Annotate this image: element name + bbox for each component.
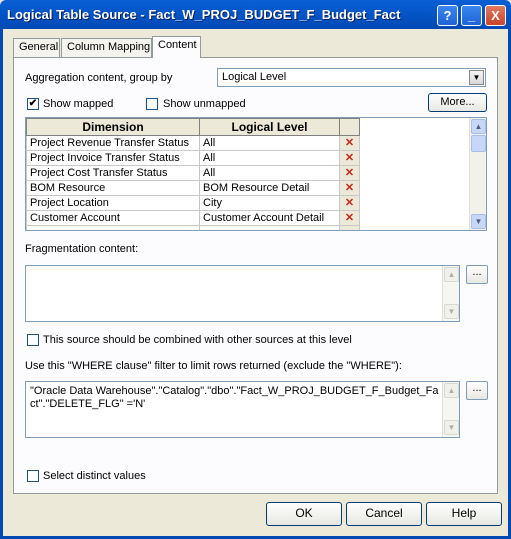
table-row[interactable]: BOM Resource BOM Resource Detail ✕ xyxy=(26,180,360,196)
show-unmapped-label: Show unmapped xyxy=(163,98,246,110)
tab-content[interactable]: Content xyxy=(152,36,201,58)
scroll-up-icon[interactable]: ▲ xyxy=(471,119,486,134)
where-clause-value: "Oracle Data Warehouse"."Catalog"."dbo".… xyxy=(30,385,439,410)
logical-level-cell[interactable]: All xyxy=(199,150,340,166)
where-ellipsis-button[interactable]: ... xyxy=(466,381,488,400)
ok-button[interactable]: OK xyxy=(266,502,342,526)
scroll-down-icon[interactable]: ▼ xyxy=(471,214,486,229)
dimension-cell[interactable]: BOM Resource xyxy=(26,180,200,196)
dimension-cell[interactable]: Project Cost Transfer Status xyxy=(26,165,200,181)
dimension-cell[interactable]: Project Invoice Transfer Status xyxy=(26,150,200,166)
combine-sources-checkbox[interactable] xyxy=(27,334,39,346)
help-title-button[interactable]: ? xyxy=(437,5,458,26)
show-unmapped-checkbox[interactable] xyxy=(146,98,158,110)
minimize-button[interactable]: _ xyxy=(461,5,482,26)
scroll-down-icon[interactable]: ▼ xyxy=(444,420,459,435)
table-row[interactable]: Project Location City ✕ xyxy=(26,195,360,211)
tab-column-mapping[interactable]: Column Mapping xyxy=(61,38,152,57)
grid-header-row: Dimension Logical Level xyxy=(26,118,360,136)
delete-icon[interactable]: ✕ xyxy=(339,135,360,151)
show-mapped-label: Show mapped xyxy=(43,98,114,110)
scroll-thumb[interactable] xyxy=(471,135,486,152)
dimension-cell[interactable] xyxy=(26,225,200,230)
delete-icon[interactable]: ✕ xyxy=(339,195,360,211)
delete-icon[interactable]: ✕ xyxy=(339,180,360,196)
logical-level-cell[interactable]: City xyxy=(199,195,340,211)
where-scrollbar[interactable]: ▲ ▼ xyxy=(442,382,459,437)
help-button[interactable]: Help xyxy=(426,502,502,526)
where-clause-textarea[interactable]: "Oracle Data Warehouse"."Catalog"."dbo".… xyxy=(25,381,460,438)
grid-scrollbar[interactable]: ▲ ▼ xyxy=(469,118,486,230)
title-bar: Logical Table Source - Fact_W_PROJ_BUDGE… xyxy=(0,0,511,29)
table-row[interactable]: Project Invoice Transfer Status All ✕ xyxy=(26,150,360,166)
logical-level-cell[interactable] xyxy=(199,225,340,230)
table-row[interactable] xyxy=(26,225,360,230)
dimension-cell[interactable]: Project Location xyxy=(26,195,200,211)
content-table: Dimension Logical Level Project Revenue … xyxy=(26,118,360,230)
aggregation-select[interactable]: Logical Level ▼ xyxy=(217,68,486,87)
show-mapped-checkbox[interactable]: ✔ xyxy=(27,98,39,110)
table-row[interactable]: Customer Account Customer Account Detail… xyxy=(26,210,360,226)
combine-sources-label: This source should be combined with othe… xyxy=(43,334,352,346)
fragmentation-scrollbar[interactable]: ▲ ▼ xyxy=(442,266,459,321)
content-grid: Dimension Logical Level Project Revenue … xyxy=(25,117,487,231)
column-header-delete xyxy=(339,118,360,136)
select-distinct-label: Select distinct values xyxy=(43,470,146,482)
cancel-button[interactable]: Cancel xyxy=(346,502,422,526)
logical-level-cell[interactable]: All xyxy=(199,165,340,181)
logical-level-cell[interactable]: BOM Resource Detail xyxy=(199,180,340,196)
table-row[interactable]: Project Revenue Transfer Status All ✕ xyxy=(26,135,360,151)
dimension-cell[interactable]: Project Revenue Transfer Status xyxy=(26,135,200,151)
dimension-cell[interactable]: Customer Account xyxy=(26,210,200,226)
chevron-down-icon[interactable]: ▼ xyxy=(469,70,484,85)
column-header-dimension[interactable]: Dimension xyxy=(26,118,200,136)
delete-icon[interactable]: ✕ xyxy=(339,210,360,226)
tab-general[interactable]: General xyxy=(13,38,60,57)
aggregation-value: Logical Level xyxy=(222,71,287,83)
window-title: Logical Table Source - Fact_W_PROJ_BUDGE… xyxy=(7,7,401,22)
where-clause-label: Use this "WHERE clause" filter to limit … xyxy=(25,360,402,372)
scroll-up-icon[interactable]: ▲ xyxy=(444,267,459,282)
logical-level-cell[interactable]: All xyxy=(199,135,340,151)
table-row[interactable]: Project Cost Transfer Status All ✕ xyxy=(26,165,360,181)
fragmentation-ellipsis-button[interactable]: ... xyxy=(466,265,488,284)
column-header-logical-level[interactable]: Logical Level xyxy=(199,118,340,136)
select-distinct-checkbox[interactable] xyxy=(27,470,39,482)
delete-icon[interactable]: ✕ xyxy=(339,150,360,166)
delete-cell[interactable] xyxy=(339,225,360,230)
scroll-up-icon[interactable]: ▲ xyxy=(444,383,459,398)
delete-icon[interactable]: ✕ xyxy=(339,165,360,181)
logical-level-cell[interactable]: Customer Account Detail xyxy=(199,210,340,226)
fragmentation-textarea[interactable]: ▲ ▼ xyxy=(25,265,460,322)
aggregation-label: Aggregation content, group by xyxy=(25,72,173,84)
more-button[interactable]: More... xyxy=(428,93,487,112)
fragmentation-label: Fragmentation content: xyxy=(25,243,139,255)
close-button[interactable]: X xyxy=(485,5,506,26)
scroll-down-icon[interactable]: ▼ xyxy=(444,304,459,319)
